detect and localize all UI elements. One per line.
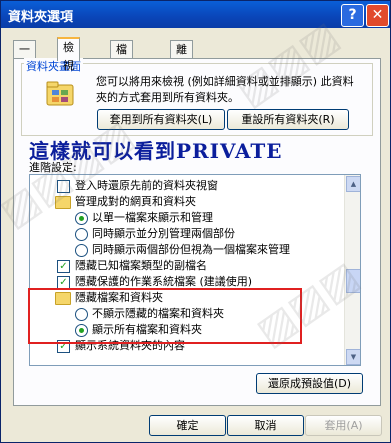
- apply-button[interactable]: 套用(A): [305, 415, 382, 436]
- tree-item-label: 以單一檔案來顯示和管理: [92, 211, 213, 224]
- folder-icon: [55, 196, 71, 209]
- tree-item-label: 同時顯示兩個部份但視為一個檔案來管理: [92, 243, 290, 256]
- cancel-button[interactable]: 取消: [227, 415, 304, 436]
- tree-item-label: 管理成對的網頁和資料夾: [75, 195, 196, 208]
- radio-button[interactable]: [75, 228, 88, 241]
- tab-offline-files[interactable]: 離線檔案: [170, 40, 193, 110]
- radio-button[interactable]: [75, 212, 88, 225]
- tree-item-label: 同時顯示並分別管理兩個部份: [92, 227, 235, 240]
- restore-defaults-button[interactable]: 還原成預設值(D): [256, 373, 363, 394]
- tab-view[interactable]: 檢視: [57, 37, 80, 72]
- window-title: 資料夾選項: [8, 10, 74, 25]
- tree-item-label: 登入時還原先前的資料夾視窗: [75, 179, 218, 192]
- tab-file-types[interactable]: 檔案類型: [110, 40, 133, 110]
- folder-views-description: 您可以將用來檢視 (例如詳細資料或並排顯示) 此資料夾的方式套用到所有資料夾。: [96, 75, 354, 104]
- tab-general[interactable]: 一般: [13, 40, 36, 74]
- checkbox[interactable]: [57, 180, 70, 193]
- apply-to-all-folders-button[interactable]: 套用到所有資料夾(L): [97, 109, 225, 130]
- reset-all-folders-button[interactable]: 重設所有資料夾(R): [227, 109, 349, 130]
- help-icon[interactable]: ?: [341, 4, 364, 27]
- annotation-highlight-box: [28, 288, 302, 344]
- tree-scrollbar[interactable]: ▲ ▼: [344, 175, 360, 365]
- scroll-up-icon[interactable]: ▲: [346, 176, 360, 192]
- checkbox-checked[interactable]: ✓: [57, 260, 70, 273]
- tree-item-label: 隱藏已知檔案類型的副檔名: [75, 259, 207, 272]
- ok-button[interactable]: 確定: [149, 415, 226, 436]
- title-bar[interactable]: 資料夾選項 ? ✕: [1, 1, 390, 28]
- advanced-settings-label: 進階設定:: [29, 161, 77, 174]
- radio-button[interactable]: [75, 244, 88, 257]
- close-icon[interactable]: ✕: [366, 4, 389, 27]
- scroll-thumb[interactable]: [346, 269, 360, 293]
- folder-views-icon: [46, 81, 74, 106]
- scroll-down-icon[interactable]: ▼: [346, 349, 360, 365]
- folder-options-dialog: 資料夾選項 ? ✕ 一般 檢視 檔案類型 離線檔案 資料夾畫面 您可以將用來檢視…: [0, 0, 391, 443]
